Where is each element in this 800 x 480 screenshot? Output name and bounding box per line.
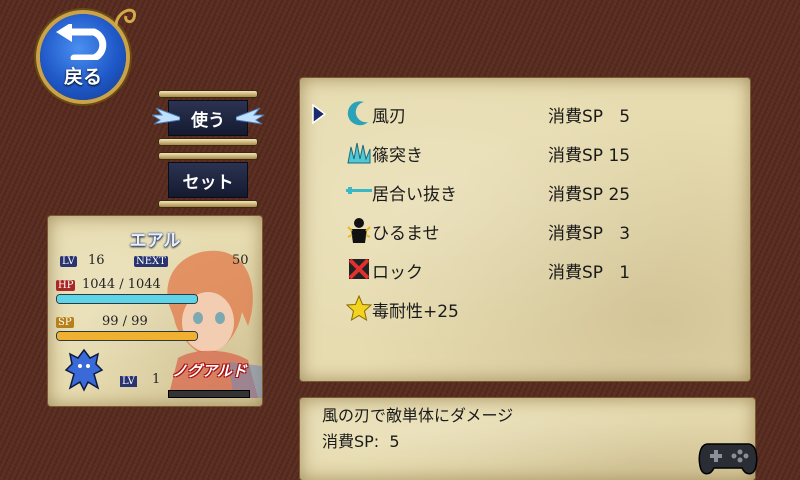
button-rail <box>158 200 258 208</box>
skill-name: 毒耐性+25 <box>372 302 459 322</box>
skill-cost: 消費SP 25 <box>548 185 631 205</box>
skill-description: 風の刃で敵単体にダメージ <box>322 406 514 425</box>
button-rail <box>158 152 258 160</box>
character-card[interactable]: エアル LV 16 NEXT 50 HP 1044 / 1044 SP 99 /… <box>48 216 262 406</box>
wing-left-icon <box>152 107 180 125</box>
skill-name: 居合い抜き <box>372 185 457 205</box>
sub-unit-bar <box>168 390 250 398</box>
skill-cost: 消費SP 3 <box>548 224 631 244</box>
skill-cost: 消費SP 15 <box>548 146 631 166</box>
skill-row[interactable]: 風刃 消費SP 5 <box>300 94 750 132</box>
skill-cost: 消費SP 5 <box>548 107 631 127</box>
lv-value: 16 <box>88 253 105 268</box>
next-value: 50 <box>232 253 249 268</box>
sub-lv-label: LV <box>120 376 137 387</box>
skill-row[interactable]: ひるませ 消費SP 3 <box>300 211 750 249</box>
lv-label: LV <box>60 256 77 267</box>
use-button[interactable]: 使う <box>152 90 264 146</box>
skill-row[interactable]: 居合い抜き 消費SP 25 <box>300 172 750 210</box>
set-button-label: セット <box>168 162 248 198</box>
skill-row[interactable]: 毒耐性+25 <box>300 289 750 327</box>
skill-name: 篠突き <box>372 146 423 166</box>
sub-unit-name: ノグアルド <box>172 362 247 380</box>
sub-lv-value: 1 <box>152 372 161 387</box>
gamepad-icon[interactable] <box>698 436 758 478</box>
next-label: NEXT <box>134 256 168 267</box>
sp-value: 99 / 99 <box>102 314 148 329</box>
ornament-swirl-icon <box>114 8 136 27</box>
selection-cursor-icon <box>312 104 326 124</box>
skill-name: 風刃 <box>372 107 406 127</box>
skill-cost: 消費SP 1 <box>548 263 631 283</box>
skill-row[interactable]: 篠突き 消費SP 15 <box>300 133 750 171</box>
skill-row[interactable]: ロック 消費SP 1 <box>300 250 750 288</box>
back-label: 戻る <box>63 66 102 88</box>
skill-name: ロック <box>372 263 423 283</box>
set-button[interactable]: セット <box>158 152 258 208</box>
hp-label: HP <box>56 280 76 291</box>
hp-bar <box>56 294 198 304</box>
skill-list: 風刃 消費SP 5 篠突き 消費SP 15 居合い抜き 消費SP 25 ひるませ… <box>300 78 750 381</box>
spike-burst-icon <box>347 142 371 164</box>
button-rail <box>158 138 258 146</box>
skill-description-panel: 風の刃で敵単体にダメージ 消費SP: 5 <box>300 398 755 480</box>
button-rail <box>158 90 258 98</box>
hp-value: 1044 / 1044 <box>82 277 161 292</box>
sp-label: SP <box>56 317 74 328</box>
wing-right-icon <box>236 107 264 125</box>
crescent-moon-icon <box>347 101 368 126</box>
sp-bar <box>56 331 198 341</box>
monster-sprite-icon <box>64 348 104 392</box>
skill-description-cost: 消費SP: 5 <box>322 432 400 451</box>
lock-x-icon <box>348 258 370 280</box>
shadow-figure-icon <box>347 218 371 243</box>
slash-line-icon <box>346 187 372 194</box>
skill-name: ひるませ <box>372 224 440 244</box>
return-arrow-icon <box>56 24 107 60</box>
star-icon <box>346 295 372 321</box>
